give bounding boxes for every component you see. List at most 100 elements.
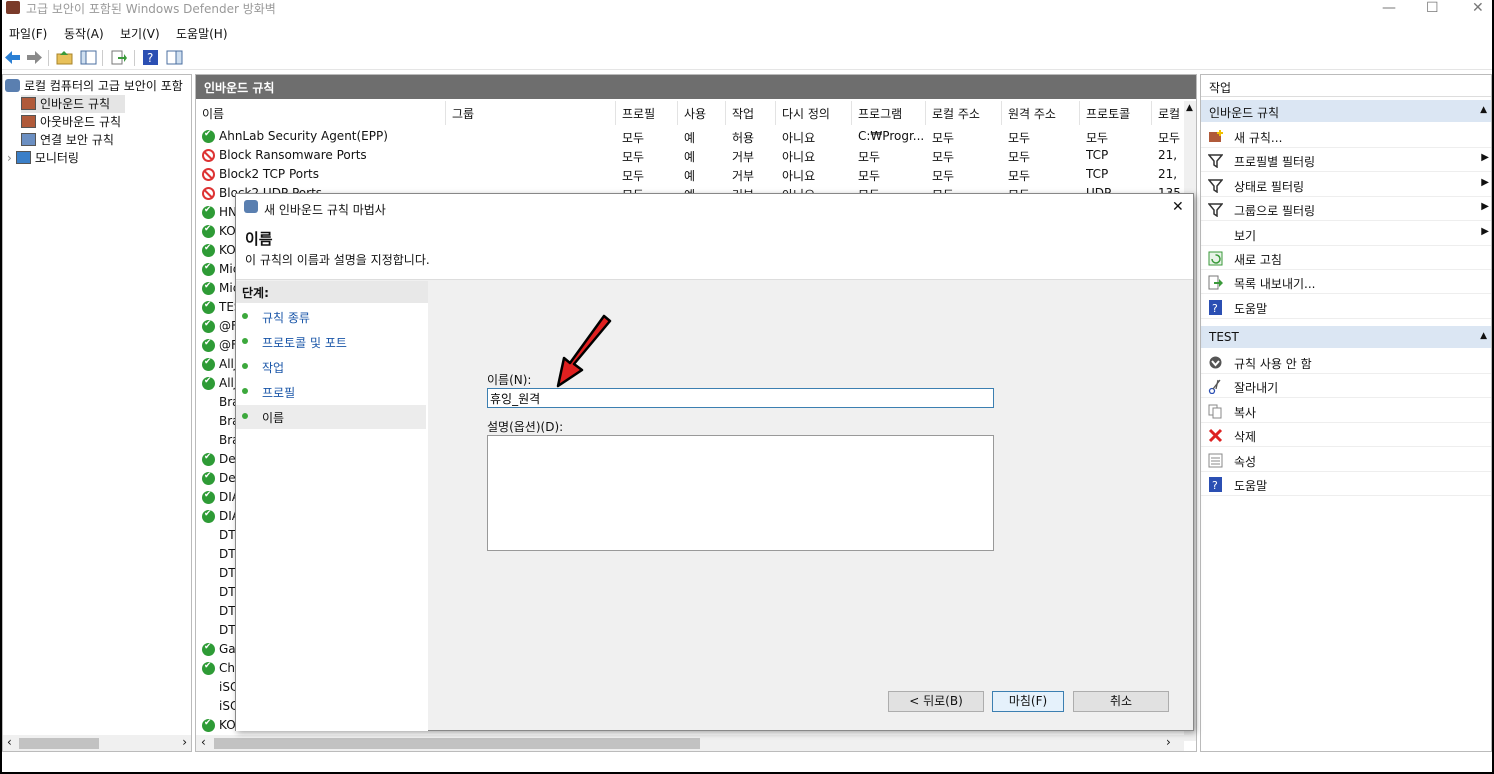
column-header-override[interactable]: 다시 정의 — [776, 101, 852, 125]
menu-file[interactable]: 파일(F) — [9, 25, 47, 42]
action-view[interactable]: 보기 ▶ — [1201, 222, 1491, 246]
action-label: 잘라내기 — [1234, 381, 1279, 396]
table-row[interactable]: AhnLab Security Agent(EPP)모두예허용아니요C:₩Pro… — [196, 127, 1184, 146]
table-row[interactable]: Block Ransomware Ports 모두 예 거부 아니요 모두 모두 모두 TCP 2… — [196, 146, 1184, 165]
action-copy[interactable]: 복사 — [1201, 399, 1491, 423]
menu-view[interactable]: 보기(V) — [120, 25, 160, 42]
name-label: 이름(N): — [487, 373, 532, 387]
action-disable[interactable]: 규칙 사용 안 함 — [1201, 350, 1491, 374]
export-list-icon[interactable] — [110, 49, 127, 66]
action-label: 상태로 필터링 — [1234, 179, 1305, 194]
column-header-enabled[interactable]: 사용 — [678, 101, 726, 125]
tree-root[interactable]: 로컬 컴퓨터의 고급 보안이 포함 — [5, 77, 191, 95]
up-folder-icon[interactable] — [56, 49, 73, 66]
column-header-program[interactable]: 프로그램 — [852, 101, 926, 125]
red-pointer-arrow-icon — [556, 314, 612, 388]
action-properties[interactable]: 속성 — [1201, 448, 1491, 472]
tree-horizontal-scrollbar[interactable]: ‹ › — [3, 735, 191, 751]
step-rule-type[interactable]: 규칙 종류 — [236, 305, 426, 329]
allow-check-icon — [202, 642, 215, 656]
action-label: 새 규칙... — [1234, 131, 1283, 145]
action-delete[interactable]: 삭제 — [1201, 423, 1491, 448]
rule-program: C:₩Progr... — [858, 129, 924, 143]
step-name[interactable]: 이름 — [236, 405, 426, 429]
column-header-protocol[interactable]: 프로토콜 — [1080, 101, 1152, 125]
action-help[interactable]: ? 도움말 — [1201, 472, 1491, 496]
close-button[interactable]: ✕ — [1472, 0, 1484, 16]
back-button[interactable]: < 뒤로(B) — [888, 691, 984, 712]
section-test[interactable]: TEST ▲ — [1201, 326, 1491, 348]
scroll-left-icon[interactable]: ‹ — [7, 735, 12, 749]
collapse-icon[interactable]: ▲ — [1480, 105, 1487, 115]
back-arrow-icon[interactable] — [4, 49, 21, 66]
column-header-name[interactable]: 이름 — [196, 101, 446, 125]
step-action[interactable]: 작업 — [236, 355, 426, 379]
step-dot — [242, 338, 248, 344]
rule-override: 아니요 — [782, 150, 816, 164]
action-label: 복사 — [1234, 405, 1257, 420]
rule-name: Block Ransomware Ports — [219, 148, 367, 162]
minimize-button[interactable]: — — [1382, 0, 1396, 16]
allow-check-icon — [202, 490, 215, 504]
show-hide-tree-icon[interactable] — [80, 49, 97, 66]
rule-override: 아니요 — [782, 169, 816, 183]
action-new-rule[interactable]: 새 규칙... — [1201, 124, 1491, 148]
menu-help[interactable]: 도움말(H) — [176, 25, 228, 42]
action-filter[interactable]: 프로필별 필터링 ▶ — [1201, 148, 1491, 173]
rule-remote: 모두 — [1008, 131, 1031, 145]
maximize-button[interactable]: ☐ — [1426, 0, 1439, 16]
help-icon[interactable]: ? — [142, 49, 159, 66]
scroll-thumb[interactable] — [19, 738, 99, 749]
allow-check-icon — [202, 452, 215, 466]
column-header-local-port[interactable]: 로컬 — [1152, 101, 1186, 125]
tree-item-outbound-rules[interactable]: 아웃바운드 규칙 — [21, 113, 191, 131]
rules-horizontal-scrollbar[interactable]: ‹ › — [196, 735, 1184, 751]
finish-button[interactable]: 마침(F) — [992, 691, 1064, 712]
action-filter[interactable]: 상태로 필터링 ▶ — [1201, 173, 1491, 197]
tree-item-connection-security[interactable]: 연결 보안 규칙 — [21, 131, 191, 149]
action-refresh[interactable]: 새로 고침 — [1201, 246, 1491, 270]
title-bar: 고급 보안이 포함된 Windows Defender 방화벽 — ☐ ✕ — [0, 0, 1494, 18]
scroll-right-icon[interactable]: › — [182, 735, 187, 749]
column-header-local-address[interactable]: 로컬 주소 — [926, 101, 1002, 125]
scroll-left-icon[interactable]: ‹ — [201, 735, 206, 749]
disable-icon — [1209, 356, 1222, 369]
filter-icon — [1208, 203, 1223, 218]
export-icon — [1208, 275, 1223, 290]
wizard-close-button[interactable]: ✕ — [1172, 199, 1184, 215]
tree-item-monitoring[interactable]: › 모니터링 — [7, 149, 191, 167]
step-protocol-ports[interactable]: 프로토콜 및 포트 — [236, 330, 426, 354]
action-help[interactable]: ? 도움말 — [1201, 295, 1491, 319]
allow-check-icon — [202, 376, 215, 390]
name-input[interactable] — [487, 388, 994, 408]
collapse-icon[interactable]: ▲ — [1480, 331, 1487, 341]
delete-icon — [1208, 429, 1223, 443]
action-filter[interactable]: 그룹으로 필터링 ▶ — [1201, 197, 1491, 222]
rule-name: AhnLab Security Agent(EPP) — [219, 129, 388, 143]
cancel-button[interactable]: 취소 — [1073, 691, 1169, 712]
action-cut[interactable]: 잘라내기 — [1201, 374, 1491, 399]
scroll-thumb[interactable] — [214, 738, 700, 749]
column-header-group[interactable]: 그룹 — [446, 101, 616, 125]
column-header-remote-address[interactable]: 원격 주소 — [1002, 101, 1080, 125]
tree-item-inbound-rules[interactable]: 인바운드 규칙 — [21, 95, 125, 113]
menu-action[interactable]: 동작(A) — [64, 25, 104, 42]
forward-arrow-icon[interactable] — [26, 49, 43, 66]
description-textarea[interactable] — [487, 435, 994, 551]
table-row[interactable]: Block2 TCP Ports 모두 예 거부 아니요 모두 모두 모두 TCP 21, — [196, 165, 1184, 184]
action-label: 새로 고침 — [1234, 253, 1282, 267]
action-export[interactable]: 목록 내보내기... — [1201, 270, 1491, 295]
allow-check-icon — [202, 300, 215, 314]
section-inbound-rules[interactable]: 인바운드 규칙 ▲ — [1201, 100, 1491, 122]
step-profile[interactable]: 프로필 — [236, 380, 426, 404]
submenu-arrow-icon: ▶ — [1481, 152, 1489, 164]
scroll-up-icon[interactable]: ▲ — [1186, 103, 1193, 113]
allow-check-icon — [202, 129, 215, 143]
show-hide-action-pane-icon[interactable] — [166, 49, 183, 66]
step-dot — [242, 313, 248, 319]
scroll-right-icon[interactable]: › — [1166, 735, 1171, 749]
expand-chevron-icon[interactable]: › — [7, 151, 12, 165]
action-label: 삭제 — [1234, 430, 1257, 445]
column-header-profile[interactable]: 프로필 — [616, 101, 678, 125]
column-header-action[interactable]: 작업 — [726, 101, 776, 125]
